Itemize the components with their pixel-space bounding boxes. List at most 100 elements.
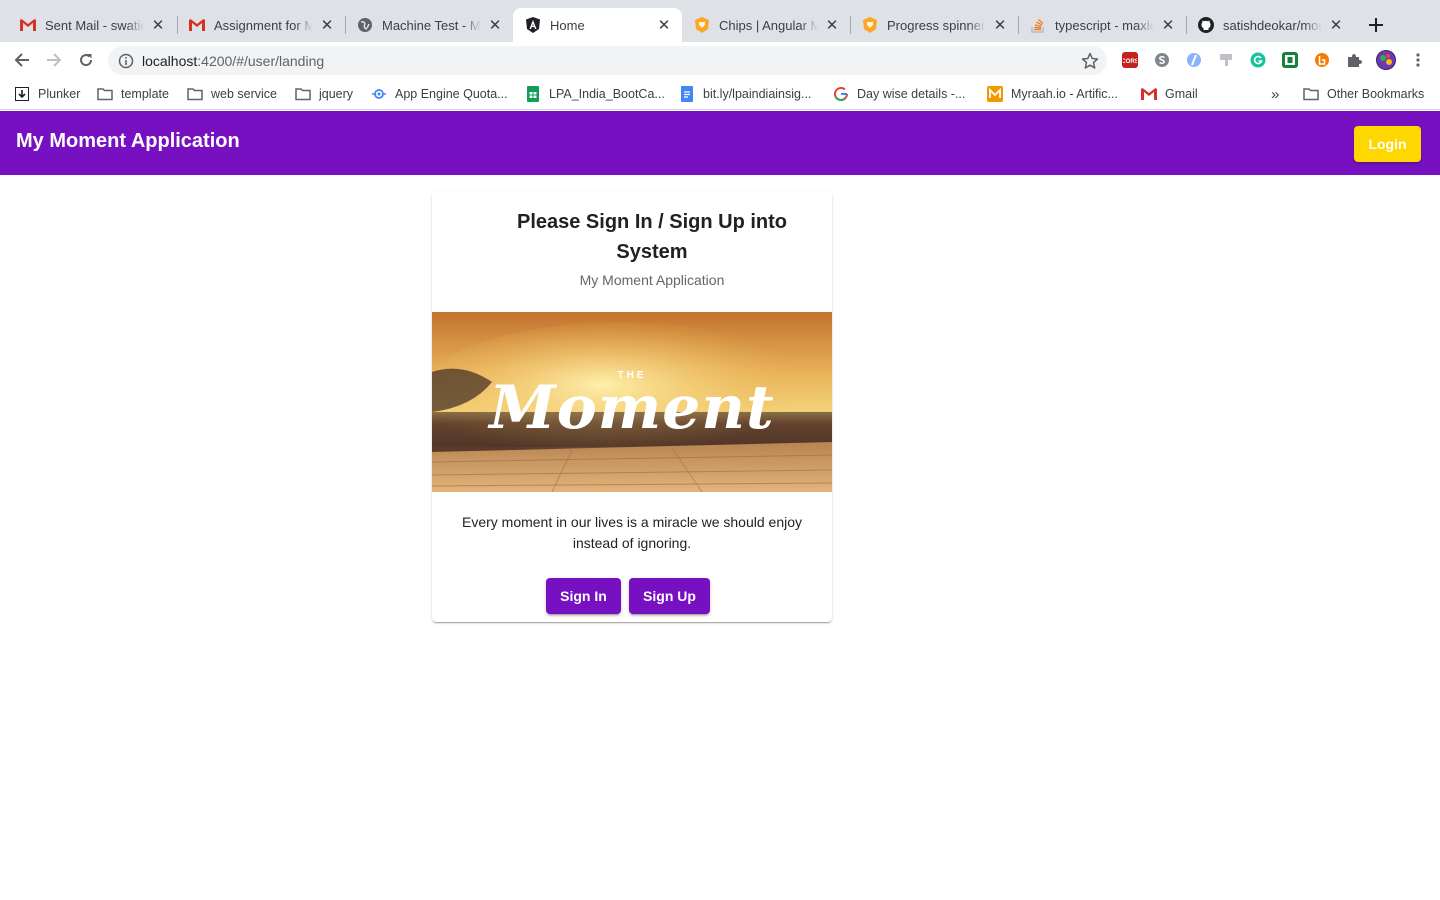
browser-tab-github[interactable]: satishdeokar/mom ✕ (1186, 8, 1354, 42)
bookmark-other-bookmarks[interactable]: Other Bookmarks (1303, 85, 1424, 103)
card-title: Please Sign In / Sign Up into System (516, 211, 788, 263)
close-icon[interactable]: ✕ (319, 17, 335, 34)
puzzle-extensions-icon[interactable] (1346, 52, 1362, 68)
tab-title: satishdeokar/mom (1223, 17, 1322, 33)
bookmark-jquery[interactable]: jquery (295, 85, 353, 103)
github-icon (1198, 17, 1214, 33)
myraah-icon (987, 86, 1003, 102)
sign-in-button[interactable]: Sign In (546, 578, 621, 614)
card-actions: Sign In Sign Up (432, 578, 832, 614)
bookmark-web-service[interactable]: web service (187, 85, 277, 103)
bookmark-template[interactable]: template (97, 85, 169, 103)
card-subtitle: My Moment Application (579, 272, 725, 288)
bookmark-star-icon[interactable] (1081, 52, 1099, 70)
bookmark-myraah[interactable]: Myraah.io - Artific... (987, 85, 1118, 103)
url-text: localhost:4200/#/user/landing (142, 53, 324, 69)
bookmark-label: jquery (319, 87, 354, 101)
browser-tab-sent-mail[interactable]: Sent Mail - swatid ✕ (8, 8, 176, 42)
bookmark-label: Plunker (38, 87, 81, 101)
bookmark-day-wise[interactable]: Day wise details -... (833, 85, 965, 103)
svg-text:CORS: CORS (1123, 59, 1137, 64)
bookmark-label: bit.ly/lpaindiainsig... (703, 87, 812, 101)
info-icon[interactable] (118, 53, 134, 69)
bookmark-gmail[interactable]: Gmail (1141, 85, 1198, 103)
folder-icon (295, 86, 311, 102)
plus-icon (1369, 18, 1383, 32)
tab-title: Assignment for Me (214, 17, 313, 33)
app-engine-icon (371, 86, 387, 102)
close-icon[interactable]: ✕ (992, 17, 1008, 34)
close-icon[interactable]: ✕ (150, 17, 166, 34)
gmail-icon (20, 17, 36, 33)
reload-icon (80, 54, 93, 67)
tab-title: Progress spinner | (887, 17, 986, 33)
landing-card: Please Sign In / Sign Up into System My … (432, 191, 832, 622)
close-icon[interactable]: ✕ (824, 17, 840, 34)
browser-tab-typescript[interactable]: typescript - maxle ✕ (1018, 8, 1186, 42)
bookmark-label: LPA_India_BootCa... (549, 87, 665, 101)
folder-icon (1303, 86, 1319, 102)
skype-extension-icon[interactable] (1154, 52, 1170, 68)
bookmark-label: Day wise details -... (857, 87, 966, 101)
tab-title: Machine Test - ME (382, 17, 481, 33)
arrow-right-icon (47, 53, 62, 67)
folder-icon (97, 86, 113, 102)
sheets-icon (525, 86, 541, 102)
compass-extension-icon[interactable] (1186, 52, 1202, 68)
money-extension-icon[interactable] (1282, 52, 1298, 68)
grammarly-extension-icon[interactable] (1250, 52, 1266, 68)
google-icon (833, 86, 849, 102)
stackoverflow-icon (1030, 17, 1046, 33)
browser-toolbar: localhost:4200/#/user/landing CORS (0, 42, 1440, 78)
close-icon[interactable]: ✕ (1160, 17, 1176, 34)
tab-title: Chips | Angular Ma (719, 17, 818, 33)
bookmark-plunker[interactable]: Plunker (14, 85, 80, 103)
browser-tab-machine-test[interactable]: Machine Test - ME ✕ (345, 8, 513, 42)
bookmark-label: App Engine Quota... (395, 87, 508, 101)
tab-title: Home (550, 17, 585, 33)
bookmark-label: Other Bookmarks (1327, 87, 1425, 101)
paint-extension-icon[interactable] (1218, 52, 1234, 68)
browser-tab-home[interactable]: Home ✕ (513, 8, 682, 42)
profile-avatar-icon[interactable] (1376, 50, 1396, 70)
cors-extension-icon[interactable]: CORS (1122, 52, 1138, 68)
angular-icon (525, 17, 541, 33)
close-icon[interactable]: ✕ (1328, 17, 1344, 34)
menu-kebab-icon[interactable] (1410, 52, 1426, 68)
app-title: My Moment Application (16, 130, 240, 152)
banner-big-text: Moment (489, 373, 775, 443)
arrow-left-icon (14, 53, 29, 67)
bookmark-app-engine[interactable]: App Engine Quota... (371, 85, 508, 103)
gmail-icon (189, 17, 205, 33)
login-button[interactable]: Login (1354, 126, 1421, 162)
back-button[interactable] (10, 48, 34, 72)
browser-tab-chips[interactable]: Chips | Angular Ma ✕ (682, 8, 850, 42)
bookmark-label: Gmail (1165, 87, 1198, 101)
bookmark-bitly[interactable]: bit.ly/lpaindiainsig... (679, 85, 811, 103)
new-tab-button[interactable] (1364, 13, 1388, 37)
docs-icon (679, 86, 695, 102)
angular-material-icon (694, 17, 710, 33)
bookmarks-bar: Plunker template web service jquery App … (0, 78, 1440, 110)
browser-tab-progress-spinner[interactable]: Progress spinner | ✕ (850, 8, 1018, 42)
blogger-extension-icon[interactable] (1314, 52, 1330, 68)
sign-up-button[interactable]: Sign Up (629, 578, 710, 614)
folder-icon (187, 86, 203, 102)
card-description: Every moment in our lives is a miracle w… (461, 514, 803, 551)
url-host: localhost (142, 52, 198, 69)
url-path: :4200/#/user/landing (197, 52, 325, 69)
forward-button[interactable] (42, 48, 66, 72)
angular-material-icon (862, 17, 878, 33)
tab-title: Sent Mail - swatid (45, 17, 144, 33)
close-icon[interactable]: ✕ (487, 17, 503, 34)
moment-banner-image: THE Moment (432, 312, 832, 492)
bookmark-lpa-bootcamp[interactable]: LPA_India_BootCa... (525, 85, 665, 103)
address-bar[interactable]: localhost:4200/#/user/landing (108, 46, 1107, 75)
gmail-icon (1141, 86, 1157, 102)
globe-icon (357, 17, 373, 33)
close-icon[interactable]: ✕ (656, 17, 672, 34)
reload-button[interactable] (74, 48, 98, 72)
more-bookmarks-chevron-icon[interactable]: » (1271, 85, 1279, 103)
browser-tab-assignment[interactable]: Assignment for Me ✕ (177, 8, 345, 42)
plunker-icon (14, 86, 30, 102)
